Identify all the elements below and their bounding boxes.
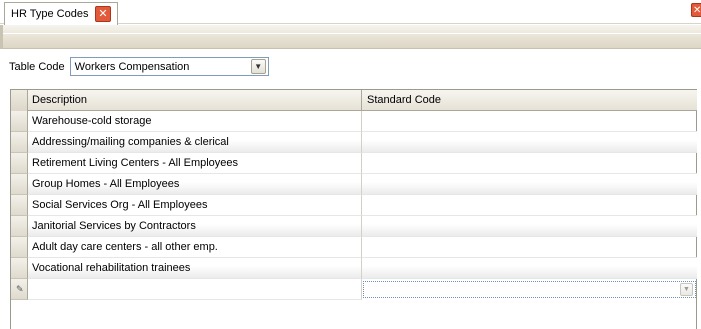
- column-header-description[interactable]: Description: [28, 90, 362, 111]
- toolbar: [0, 25, 701, 49]
- new-cell-description[interactable]: [28, 279, 362, 300]
- tab-label: HR Type Codes: [11, 8, 89, 20]
- row-selector[interactable]: [11, 174, 28, 195]
- row-selector-header[interactable]: [11, 90, 28, 111]
- row-selector[interactable]: [11, 237, 28, 258]
- window-close-icon[interactable]: ✕: [691, 3, 701, 17]
- codes-grid: Description Standard Code Warehouse-cold…: [10, 89, 697, 329]
- cell-description[interactable]: Group Homes - All Employees: [28, 174, 362, 195]
- cell-standard-code[interactable]: [362, 195, 697, 216]
- grid-header: Description Standard Code: [11, 90, 697, 111]
- table-row[interactable]: Vocational rehabilitation trainees: [11, 258, 697, 279]
- cell-description[interactable]: Social Services Org - All Employees: [28, 195, 362, 216]
- row-selector[interactable]: [11, 258, 28, 279]
- table-code-value: Workers Compensation: [74, 60, 190, 73]
- toolbar-divider: [3, 33, 701, 34]
- table-row[interactable]: Adult day care centers - all other emp.: [11, 237, 697, 258]
- cell-standard-code[interactable]: [362, 216, 697, 237]
- cell-standard-code[interactable]: [362, 174, 697, 195]
- close-icon[interactable]: ✕: [95, 6, 111, 22]
- table-row[interactable]: Addressing/mailing companies & clerical: [11, 132, 697, 153]
- table-row[interactable]: Janitorial Services by Contractors: [11, 216, 697, 237]
- chevron-down-icon[interactable]: ▼: [250, 59, 266, 74]
- cell-standard-code[interactable]: [362, 153, 697, 174]
- table-row[interactable]: Retirement Living Centers - All Employee…: [11, 153, 697, 174]
- table-code-filter: Table Code Workers Compensation ▼: [9, 57, 269, 76]
- new-row-selector[interactable]: ✎: [11, 279, 28, 300]
- cell-standard-code[interactable]: [362, 111, 697, 132]
- tab-hr-type-codes[interactable]: HR Type Codes ✕: [4, 2, 118, 25]
- table-row[interactable]: Warehouse-cold storage: [11, 111, 697, 132]
- cell-description[interactable]: Warehouse-cold storage: [28, 111, 362, 132]
- row-selector[interactable]: [11, 111, 28, 132]
- table-row[interactable]: Group Homes - All Employees: [11, 174, 697, 195]
- table-row[interactable]: Social Services Org - All Employees: [11, 195, 697, 216]
- cell-description[interactable]: Janitorial Services by Contractors: [28, 216, 362, 237]
- row-selector[interactable]: [11, 195, 28, 216]
- row-selector[interactable]: [11, 153, 28, 174]
- tab-strip: HR Type Codes ✕ ✕: [0, 0, 701, 25]
- cell-standard-code[interactable]: [362, 132, 697, 153]
- table-code-select[interactable]: Workers Compensation ▼: [69, 57, 269, 76]
- row-selector[interactable]: [11, 132, 28, 153]
- new-cell-standard-code[interactable]: ▼: [363, 281, 696, 298]
- cell-standard-code[interactable]: [362, 237, 697, 258]
- cell-description[interactable]: Vocational rehabilitation trainees: [28, 258, 362, 279]
- cell-description[interactable]: Adult day care centers - all other emp.: [28, 237, 362, 258]
- column-header-standard-code[interactable]: Standard Code: [362, 90, 697, 111]
- cell-standard-code[interactable]: [362, 258, 697, 279]
- cell-description[interactable]: Addressing/mailing companies & clerical: [28, 132, 362, 153]
- table-code-label: Table Code: [9, 60, 65, 73]
- row-selector[interactable]: [11, 216, 28, 237]
- chevron-down-icon[interactable]: ▼: [680, 283, 693, 296]
- new-row[interactable]: ✎ ▼: [11, 279, 697, 300]
- cell-description[interactable]: Retirement Living Centers - All Employee…: [28, 153, 362, 174]
- pencil-icon: ✎: [16, 284, 24, 294]
